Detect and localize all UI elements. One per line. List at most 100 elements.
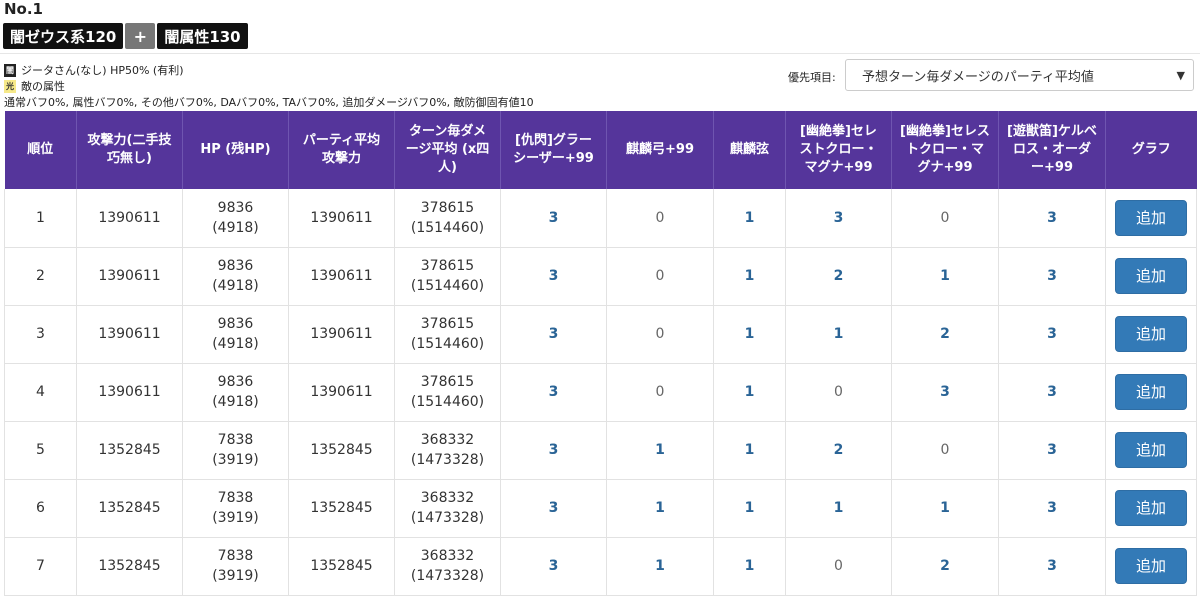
- weapon-count-cell-value: 1: [940, 268, 950, 284]
- attack-cell-value: 1390611: [98, 268, 161, 284]
- dropdown-arrow-icon: ▼: [1176, 69, 1185, 82]
- add-graph-button[interactable]: 追加: [1115, 374, 1187, 410]
- graph-cell: 追加: [1105, 247, 1197, 306]
- divider: [0, 53, 1200, 54]
- hp-cell-value: (3919): [212, 452, 259, 468]
- weapon-count-cell: 1: [713, 421, 786, 480]
- rank-cell: 6: [4, 479, 77, 538]
- column-header: 麒麟弦: [713, 111, 786, 189]
- weapon-count-cell-value: 1: [744, 558, 755, 574]
- weapon-count-cell-value: 3: [1047, 500, 1057, 516]
- party-attack-cell-value: 1390611: [310, 209, 373, 226]
- damage-cell-value: (1514460): [410, 394, 485, 410]
- tag-element-summon: 闇属性130: [157, 23, 248, 49]
- damage-cell-value: (1514460): [410, 278, 485, 294]
- hp-cell: 9836 (4918): [182, 247, 289, 306]
- attack-cell-value: 1352845: [98, 558, 161, 574]
- weapon-count-cell: 3: [500, 305, 607, 364]
- attack-cell-value: 1352845: [98, 442, 161, 458]
- weapon-count-cell: 1: [785, 305, 892, 364]
- weapon-count-cell-value: 3: [1047, 384, 1057, 400]
- add-graph-button[interactable]: 追加: [1115, 199, 1187, 236]
- weapon-count-cell: 3: [998, 479, 1106, 538]
- attack-cell: 1390611: [76, 247, 183, 306]
- weapon-count-cell: 1: [606, 479, 714, 538]
- weapon-count-cell-value: 3: [548, 268, 559, 284]
- hp-cell-value: (4918): [212, 219, 259, 236]
- weapon-count-cell: 1: [713, 247, 786, 306]
- weapon-count-cell-value: 0: [834, 558, 843, 574]
- weapon-count-cell: 1: [606, 421, 714, 480]
- table-row: 2 1390611 9836 (4918) 1390611 378615 (1514460)…: [4, 247, 1197, 306]
- weapon-count-cell-value: 3: [940, 384, 950, 400]
- weapon-count-cell: 3: [785, 189, 892, 248]
- rank-cell-value: 6: [36, 500, 45, 516]
- priority-select[interactable]: 予想ターン毎ダメージのパーティ平均値 ▼: [845, 59, 1194, 91]
- dark-element-badge: 闇: [4, 63, 16, 77]
- add-graph-button[interactable]: 追加: [1115, 258, 1187, 294]
- add-graph-button[interactable]: 追加: [1115, 316, 1187, 352]
- weapon-count-cell-value: 0: [655, 384, 665, 400]
- attack-cell: 1390611: [76, 363, 183, 422]
- weapon-count-cell: 1: [713, 537, 786, 596]
- weapon-count-cell: 3: [500, 247, 607, 306]
- damage-cell-value: 368332: [420, 548, 475, 564]
- weapon-count-cell-value: 1: [833, 326, 844, 342]
- table-row: 4 1390611 9836 (4918) 1390611 378615 (1514460)…: [4, 363, 1197, 422]
- column-header: 順位: [4, 111, 77, 189]
- graph-cell: 追加: [1105, 189, 1197, 248]
- weapon-count-cell-value: 3: [548, 442, 559, 458]
- weapon-count-cell: 2: [891, 537, 999, 596]
- table-row: 6 1352845 7838 (3919) 1352845 368332 (1473328)…: [4, 479, 1197, 538]
- column-header: [仇閃]グラーシーザー+99: [500, 111, 607, 189]
- results-table: 順位 攻撃力(二手技巧無し) HP (残HP) パーティ平均攻撃力 ターン毎ダメ…: [4, 111, 1197, 596]
- table-row: 3 1390611 9836 (4918) 1390611 378615 (1514460)…: [4, 305, 1197, 364]
- hp-cell: 7838 (3919): [182, 479, 289, 538]
- weapon-count-cell-value: 3: [1047, 558, 1057, 574]
- damage-cell-value: 378615: [420, 258, 475, 274]
- attack-cell: 1352845: [76, 421, 183, 480]
- graph-cell: 追加: [1105, 479, 1197, 538]
- column-header: 麒麟弓+99: [606, 111, 714, 189]
- weapon-count-cell-value: 1: [744, 268, 755, 284]
- weapon-count-cell: 1: [713, 305, 786, 364]
- weapon-count-cell-value: 1: [655, 558, 665, 574]
- weapon-count-cell: 0: [606, 189, 714, 248]
- priority-value: 予想ターン毎ダメージのパーティ平均値: [862, 69, 1094, 85]
- party-attack-cell: 1390611: [288, 363, 395, 422]
- rank-cell: 7: [4, 537, 77, 596]
- party-attack-cell-value: 1352845: [310, 500, 373, 516]
- weapon-count-cell: 3: [998, 421, 1106, 480]
- weapon-count-cell: 0: [891, 421, 999, 480]
- weapon-count-cell-value: 1: [744, 500, 755, 516]
- weapon-count-cell-value: 0: [655, 326, 665, 342]
- weapon-count-cell-value: 0: [655, 209, 665, 226]
- attack-cell: 1390611: [76, 189, 183, 248]
- weapon-count-cell-value: 0: [834, 384, 843, 400]
- plus-sign: +: [125, 23, 156, 49]
- weapon-count-cell: 2: [891, 305, 999, 364]
- weapon-count-cell-value: 1: [655, 500, 665, 516]
- weapon-count-cell-value: 3: [548, 209, 559, 226]
- weapon-count-cell: 3: [998, 247, 1106, 306]
- rank-cell-value: 5: [36, 442, 45, 458]
- damage-cell-value: (1514460): [410, 336, 485, 352]
- rank-cell-value: 1: [36, 209, 45, 226]
- weapon-count-cell: 1: [891, 247, 999, 306]
- weapon-count-cell-value: 1: [744, 326, 755, 342]
- party-attack-cell: 1352845: [288, 421, 395, 480]
- weapon-count-cell-value: 3: [1047, 268, 1057, 284]
- add-graph-button[interactable]: 追加: [1115, 490, 1187, 526]
- attack-cell-value: 1352845: [98, 500, 161, 516]
- weapon-count-cell: 3: [998, 537, 1106, 596]
- add-graph-button[interactable]: 追加: [1115, 548, 1187, 584]
- add-graph-button[interactable]: 追加: [1115, 432, 1187, 468]
- character-text: ジータさん(なし) HP50% (有利): [21, 64, 184, 77]
- rank-cell-value: 4: [36, 384, 45, 400]
- weapon-count-cell: 3: [998, 363, 1106, 422]
- rank-cell: 3: [4, 305, 77, 364]
- enemy-text: 敵の属性: [21, 80, 65, 93]
- column-header: パーティ平均攻撃力: [288, 111, 395, 189]
- rank-cell: 4: [4, 363, 77, 422]
- attack-cell: 1390611: [76, 305, 183, 364]
